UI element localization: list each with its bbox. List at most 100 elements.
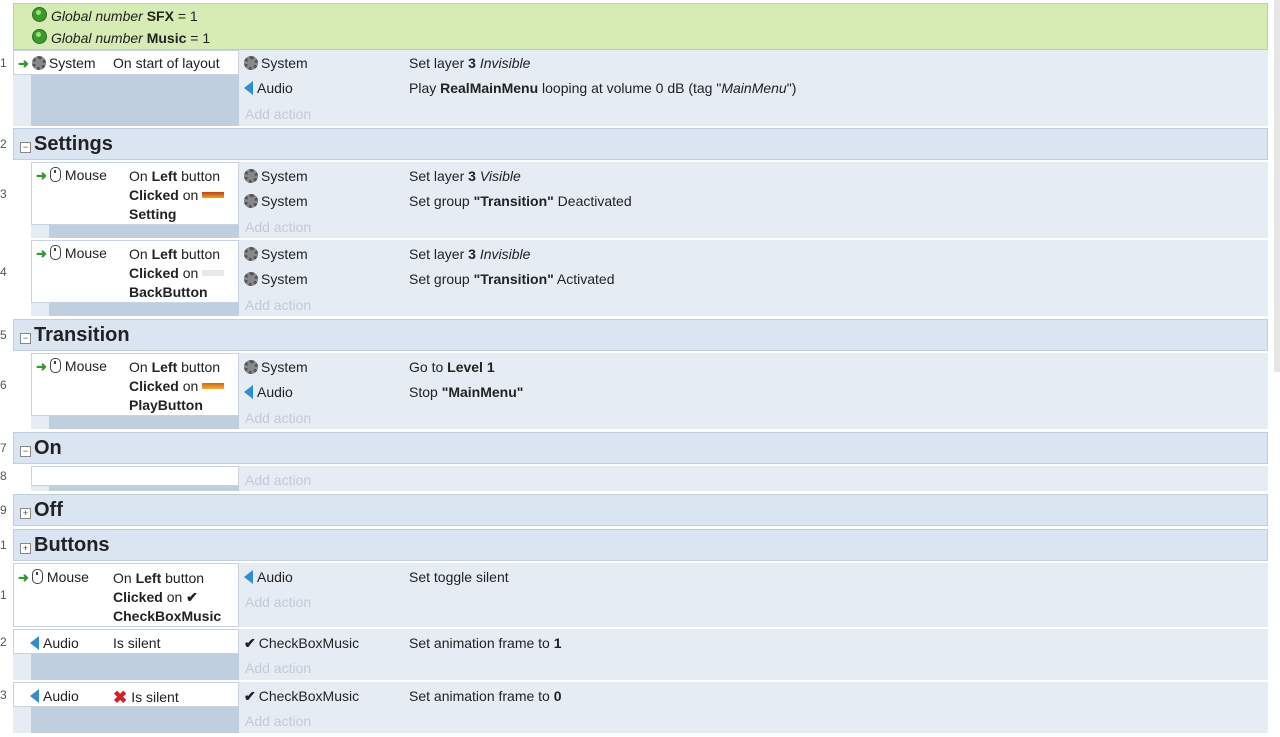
event-13-cond-text: ✖ Is silent — [113, 688, 179, 707]
trigger-arrow-icon: ➜ — [36, 246, 47, 261]
expand-toggle-icon[interactable]: + — [20, 543, 31, 554]
event-1-cond-object: ➜ System — [18, 55, 96, 71]
line-number: 3 — [0, 187, 7, 201]
group-title: Buttons — [34, 534, 110, 556]
mouse-icon — [49, 245, 61, 260]
event-6-cond-object: ➜ Mouse — [36, 358, 107, 374]
global-variables-block: Global number SFX = 1 Global number Musi… — [13, 3, 1268, 50]
event-13-condition-area[interactable] — [31, 707, 239, 733]
event-3-cond-text: On Left button Clicked on Setting — [129, 167, 225, 224]
gear-icon — [244, 56, 258, 70]
group-title: Off — [34, 499, 63, 521]
event-13-action-1[interactable]: Set animation frame to 0 — [409, 688, 562, 704]
event-11-cond-text: On Left button Clicked on ✔ CheckBoxMusi… — [113, 570, 222, 624]
event-1-condition-area[interactable] — [31, 75, 239, 126]
line-number: 9 — [0, 503, 7, 517]
event-4-action-1[interactable]: Set layer 3 Invisible — [409, 246, 530, 262]
trigger-arrow-icon: ➜ — [36, 359, 47, 374]
playbutton-sprite-icon — [202, 383, 225, 389]
gear-icon — [244, 272, 258, 286]
line-number: 2 — [0, 137, 7, 151]
mouse-icon — [49, 358, 61, 373]
event-3-action-2-object: System — [244, 193, 308, 209]
add-action-link[interactable]: Add action — [245, 219, 311, 235]
trigger-arrow-icon: ➜ — [18, 56, 29, 71]
collapse-toggle-icon[interactable]: − — [20, 446, 31, 457]
event-12-condition-area[interactable] — [31, 654, 239, 680]
line-number: 5 — [0, 328, 7, 342]
event-13-action-1-object: ✔ CheckBoxMusic — [244, 688, 360, 704]
event-3-action-2[interactable]: Set group "Transition" Deactivated — [409, 193, 632, 209]
event-1-action-2-object: Audio — [244, 80, 293, 96]
gear-icon — [244, 194, 258, 208]
event-3-cond-object: ➜ Mouse — [36, 167, 107, 183]
event-3-action-1-object: System — [244, 168, 308, 184]
group-title: Transition — [34, 324, 130, 346]
line-number: 7 — [0, 441, 7, 455]
event-6-action-2[interactable]: Stop "MainMenu" — [409, 384, 523, 400]
event-1-action-2[interactable]: Play RealMainMenu looping at volume 0 dB… — [409, 80, 796, 96]
line-number: 3 — [0, 688, 7, 702]
event-6-action-2-object: Audio — [244, 384, 293, 400]
group-off[interactable]: + Off — [13, 494, 1268, 526]
event-12-action-1[interactable]: Set animation frame to 1 — [409, 635, 562, 651]
trigger-arrow-icon: ➜ — [18, 570, 29, 585]
global-var-music[interactable]: Global number Music = 1 — [32, 29, 210, 46]
event-1-action-1[interactable]: Set layer 3 Invisible — [409, 55, 530, 71]
event-8-condition-area — [49, 486, 239, 491]
line-number: 1 — [0, 538, 7, 552]
add-action-link[interactable]: Add action — [245, 594, 311, 610]
globe-icon — [32, 7, 47, 22]
gear-icon — [244, 360, 258, 374]
add-action-link[interactable]: Add action — [245, 472, 311, 488]
event-6-action-1[interactable]: Go to Level 1 — [409, 359, 495, 375]
line-number: 1 — [0, 56, 7, 70]
event-4-action-2-object: System — [244, 271, 308, 287]
checkbox-sprite-icon: ✔ — [244, 635, 256, 651]
gear-icon — [244, 169, 258, 183]
line-number: 8 — [0, 469, 7, 483]
global-var-sfx[interactable]: Global number SFX = 1 — [32, 7, 198, 24]
line-number: 1 — [0, 588, 7, 602]
event-3-action-1[interactable]: Set layer 3 Visible — [409, 168, 521, 184]
group-settings[interactable]: − Settings — [13, 128, 1268, 160]
event-4-cond-text: On Left button Clicked on BackButton — [129, 245, 225, 302]
trigger-arrow-icon: ➜ — [36, 168, 47, 183]
event-12-action-1-object: ✔ CheckBoxMusic — [244, 635, 360, 651]
event-6-condition-area — [49, 416, 239, 429]
add-action-link[interactable]: Add action — [245, 106, 311, 122]
event-11-action-1[interactable]: Set toggle silent — [409, 569, 509, 585]
setting-sprite-icon — [202, 192, 225, 198]
checkbox-sprite-icon: ✔ — [244, 688, 256, 704]
group-on[interactable]: − On — [13, 432, 1268, 464]
gear-icon — [31, 56, 46, 70]
collapse-toggle-icon[interactable]: − — [20, 333, 31, 344]
expand-toggle-icon[interactable]: + — [20, 508, 31, 519]
event-11-cond-object: ➜ Mouse — [18, 569, 89, 585]
add-action-link[interactable]: Add action — [245, 660, 311, 676]
mouse-icon — [31, 569, 43, 584]
gear-icon — [244, 247, 258, 261]
add-action-link[interactable]: Add action — [245, 713, 311, 729]
add-action-link[interactable]: Add action — [245, 297, 311, 313]
event-13-cond-object: Audio — [30, 688, 79, 704]
group-transition[interactable]: − Transition — [13, 319, 1268, 351]
line-number: 6 — [0, 378, 7, 392]
vertical-scrollbar[interactable] — [1274, 0, 1280, 372]
group-buttons[interactable]: + Buttons — [13, 529, 1268, 561]
event-4-action-2[interactable]: Set group "Transition" Activated — [409, 271, 614, 287]
speaker-icon — [30, 636, 39, 650]
event-12-cond-object: Audio — [30, 635, 79, 651]
checkbox-sprite-icon: ✔ — [186, 589, 198, 605]
event-11-action-1-object: Audio — [244, 569, 293, 585]
event-8-condition[interactable] — [31, 466, 239, 486]
add-action-link[interactable]: Add action — [245, 410, 311, 426]
mouse-icon — [49, 167, 61, 182]
speaker-icon — [244, 570, 253, 584]
event-1-cond-text: On start of layout — [113, 55, 220, 71]
invert-x-icon[interactable]: ✖ — [113, 688, 127, 707]
line-number: 2 — [0, 635, 7, 649]
group-title: Settings — [34, 133, 113, 155]
speaker-icon — [244, 385, 253, 399]
collapse-toggle-icon[interactable]: − — [20, 142, 31, 153]
